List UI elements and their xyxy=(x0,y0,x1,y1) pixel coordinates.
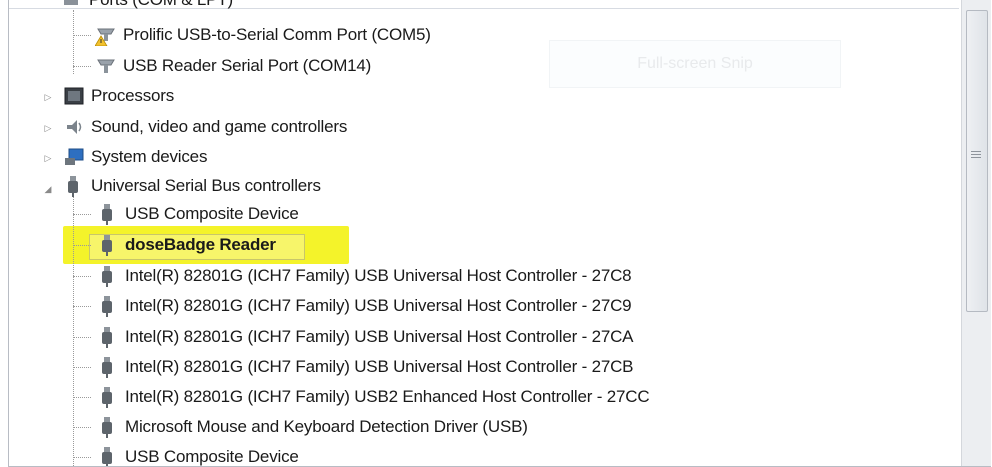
tree-line xyxy=(73,66,91,67)
tree-item-label: Sound, video and game controllers xyxy=(91,117,348,136)
speaker-icon xyxy=(63,116,83,138)
tree-item-label: Intel(R) 82801G (ICH7 Family) USB Univer… xyxy=(125,296,632,315)
usb-plug-icon xyxy=(97,386,117,408)
expand-arrow-icon[interactable]: ▷ xyxy=(43,92,53,102)
tree-item-label: Prolific USB-to-Serial Comm Port (COM5) xyxy=(123,25,431,44)
tree-item-usb2-enhanced-host-controller-27cc[interactable]: Intel(R) 82801G (ICH7 Family) USB2 Enhan… xyxy=(97,383,650,411)
scrollbar-grip-icon xyxy=(971,151,981,160)
serial-port-icon xyxy=(94,24,115,47)
tree-item-label: Intel(R) 82801G (ICH7 Family) USB Univer… xyxy=(125,266,632,285)
tree-item-label: Intel(R) 82801G (ICH7 Family) USB Univer… xyxy=(125,327,634,346)
tree-item-label: doseBadge Reader xyxy=(125,235,276,254)
tree-line xyxy=(73,276,91,277)
scrollbar-thumb[interactable] xyxy=(966,10,988,312)
tree-line xyxy=(73,245,91,246)
expand-arrow-icon[interactable]: ▷ xyxy=(43,153,53,163)
tree-item-label: USB Composite Device xyxy=(125,204,299,223)
usb-plug-icon xyxy=(97,203,117,225)
usb-plug-icon xyxy=(97,416,117,438)
tree-item-usb-reader-serial-port[interactable]: USB Reader Serial Port (COM14) xyxy=(95,52,371,80)
device-manager-pane: Full-screen Snip Ports (COM & LPT) xyxy=(8,0,991,467)
system-devices-icon xyxy=(63,146,84,168)
tree-line xyxy=(73,214,91,215)
processor-icon xyxy=(63,85,84,107)
tree-item-system-devices[interactable]: System devices xyxy=(63,143,207,171)
tree-item-ports[interactable]: Ports (COM & LPT) xyxy=(61,0,233,14)
tree-item-usb-host-controller-27ca[interactable]: Intel(R) 82801G (ICH7 Family) USB Univer… xyxy=(97,323,633,351)
tree-item-usb-host-controller-27cb[interactable]: Intel(R) 82801G (ICH7 Family) USB Univer… xyxy=(97,353,633,381)
tree-line xyxy=(73,457,91,458)
tree-item-usb-composite-device[interactable]: USB Composite Device xyxy=(97,443,299,466)
tree-line xyxy=(73,427,91,428)
tree-item-label: Intel(R) 82801G (ICH7 Family) USB Univer… xyxy=(125,357,634,376)
tree-line xyxy=(73,35,91,36)
tree-item-label: USB Composite Device xyxy=(125,447,299,466)
tree-item-usb-host-controller-27c9[interactable]: Intel(R) 82801G (ICH7 Family) USB Univer… xyxy=(97,292,632,320)
tree-item-label: Ports (COM & LPT) xyxy=(89,0,233,10)
tree-item-label: Universal Serial Bus controllers xyxy=(91,176,321,195)
tree-line xyxy=(73,196,74,466)
expand-arrow-icon[interactable]: ▷ xyxy=(43,123,53,133)
usb-plug-icon xyxy=(63,175,83,197)
serial-port-icon xyxy=(95,55,115,77)
tree-item-prolific-port[interactable]: Prolific USB-to-Serial Comm Port (COM5) xyxy=(94,21,431,49)
tree-item-dosebadge-reader[interactable]: doseBadge Reader xyxy=(97,231,276,259)
usb-plug-icon xyxy=(97,356,117,378)
usb-plug-icon xyxy=(97,295,117,317)
tree-item-label: Microsoft Mouse and Keyboard Detection D… xyxy=(125,417,528,436)
tree-item-label: System devices xyxy=(91,147,208,166)
usb-plug-icon xyxy=(97,265,117,287)
tree-item-usb-composite-device[interactable]: USB Composite Device xyxy=(97,200,299,228)
usb-plug-icon xyxy=(97,446,117,466)
tree-line xyxy=(73,367,91,368)
tree-item-processors[interactable]: Processors xyxy=(63,82,174,110)
usb-plug-icon xyxy=(97,326,117,348)
tree-item-label: USB Reader Serial Port (COM14) xyxy=(123,56,372,75)
tree-item-usb-controllers[interactable]: Universal Serial Bus controllers xyxy=(63,172,321,200)
tree-line xyxy=(73,337,91,338)
tree-item-usb-host-controller-27c8[interactable]: Intel(R) 82801G (ICH7 Family) USB Univer… xyxy=(97,262,632,290)
usb-plug-icon xyxy=(97,234,117,256)
tree-item-mouse-keyboard-detection-driver[interactable]: Microsoft Mouse and Keyboard Detection D… xyxy=(97,413,528,441)
tree-line xyxy=(73,306,91,307)
tree-item-label: Intel(R) 82801G (ICH7 Family) USB2 Enhan… xyxy=(125,387,650,406)
tree-item-label: Processors xyxy=(91,86,175,105)
device-tree[interactable]: Ports (COM & LPT) Prolific USB-to-Serial… xyxy=(9,0,959,466)
tree-line xyxy=(73,10,74,74)
tree-item-sound-video-game[interactable]: Sound, video and game controllers xyxy=(63,113,347,141)
tree-line xyxy=(73,397,91,398)
serial-port-icon xyxy=(61,0,81,11)
collapse-arrow-icon[interactable]: ◢ xyxy=(43,184,53,194)
